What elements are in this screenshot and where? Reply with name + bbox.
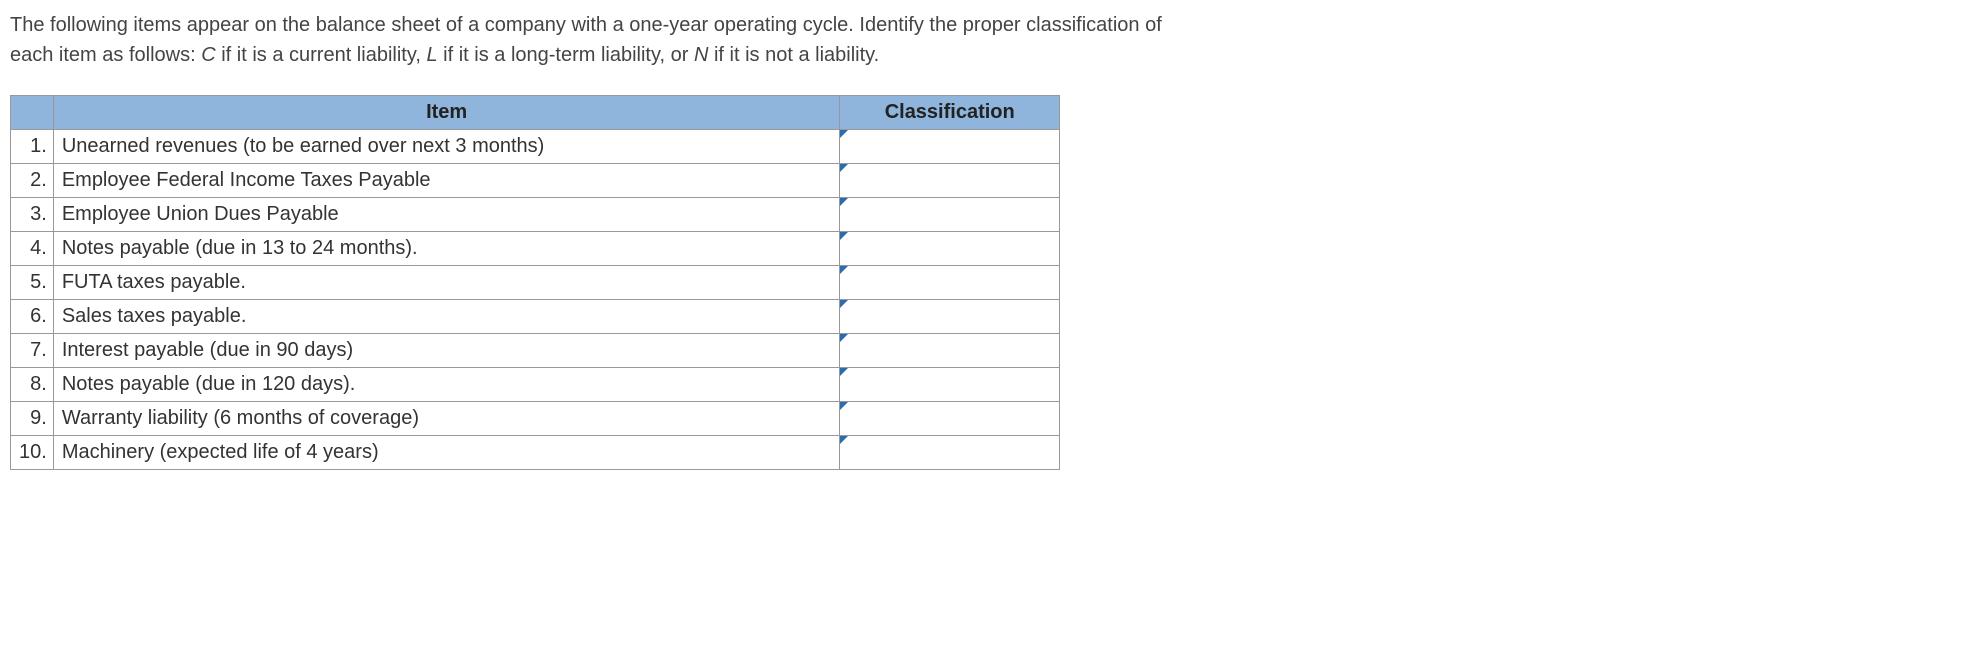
classification-input[interactable] [840,300,1059,333]
instr-line1: The following items appear on the balanc… [10,14,1162,36]
classification-input[interactable] [840,266,1059,299]
table-row: 10.Machinery (expected life of 4 years) [11,436,1060,470]
row-number: 2. [11,164,54,198]
dropdown-indicator-icon [840,164,848,172]
classification-cell-wrapper [840,266,1059,299]
row-number: 6. [11,300,54,334]
row-classification-cell [840,130,1060,164]
classification-cell-wrapper [840,436,1059,469]
row-classification-cell [840,402,1060,436]
table-row: 4.Notes payable (due in 13 to 24 months)… [11,232,1060,266]
row-item: Notes payable (due in 13 to 24 months). [53,232,840,266]
dropdown-indicator-icon [840,334,848,342]
row-number: 9. [11,402,54,436]
classification-input[interactable] [840,198,1059,231]
row-number: 4. [11,232,54,266]
row-classification-cell [840,164,1060,198]
classification-input[interactable] [840,436,1059,469]
row-item: Interest payable (due in 90 days) [53,334,840,368]
dropdown-indicator-icon [840,368,848,376]
row-classification-cell [840,266,1060,300]
table-row: 1.Unearned revenues (to be earned over n… [11,130,1060,164]
instr-l: L [426,44,437,66]
row-number: 7. [11,334,54,368]
row-item: Notes payable (due in 120 days). [53,368,840,402]
classification-cell-wrapper [840,368,1059,401]
table-header-row: Item Classification [11,96,1060,130]
row-number: 1. [11,130,54,164]
row-classification-cell [840,198,1060,232]
classification-cell-wrapper [840,334,1059,367]
row-item: Employee Union Dues Payable [53,198,840,232]
row-classification-cell [840,334,1060,368]
row-item: Sales taxes payable. [53,300,840,334]
dropdown-indicator-icon [840,402,848,410]
row-item: Employee Federal Income Taxes Payable [53,164,840,198]
row-classification-cell [840,232,1060,266]
row-number: 10. [11,436,54,470]
row-number: 8. [11,368,54,402]
row-number: 3. [11,198,54,232]
instructions-text: The following items appear on the balanc… [10,10,1970,70]
dropdown-indicator-icon [840,198,848,206]
table-row: 5.FUTA taxes payable. [11,266,1060,300]
table-row: 2.Employee Federal Income Taxes Payable [11,164,1060,198]
table-row: 6.Sales taxes payable. [11,300,1060,334]
classification-table: Item Classification 1.Unearned revenues … [10,95,1060,470]
classification-input[interactable] [840,130,1059,163]
table-row: 3.Employee Union Dues Payable [11,198,1060,232]
classification-cell-wrapper [840,402,1059,435]
instr-l-suffix: if it is a long-term liability, or [438,44,694,66]
instr-line2-pre: each item as follows: [10,44,201,66]
table-row: 9.Warranty liability (6 months of covera… [11,402,1060,436]
classification-cell-wrapper [840,232,1059,265]
row-item: FUTA taxes payable. [53,266,840,300]
dropdown-indicator-icon [840,130,848,138]
instr-c: C [201,44,215,66]
row-classification-cell [840,368,1060,402]
table-row: 8.Notes payable (due in 120 days). [11,368,1060,402]
row-classification-cell [840,436,1060,470]
instr-n: N [694,44,708,66]
row-item: Warranty liability (6 months of coverage… [53,402,840,436]
dropdown-indicator-icon [840,232,848,240]
row-number: 5. [11,266,54,300]
classification-cell-wrapper [840,300,1059,333]
classification-input[interactable] [840,402,1059,435]
row-item: Machinery (expected life of 4 years) [53,436,840,470]
dropdown-indicator-icon [840,300,848,308]
classification-cell-wrapper [840,164,1059,197]
dropdown-indicator-icon [840,266,848,274]
classification-input[interactable] [840,368,1059,401]
classification-cell-wrapper [840,130,1059,163]
classification-input[interactable] [840,164,1059,197]
classification-input[interactable] [840,232,1059,265]
header-classification: Classification [840,96,1060,130]
instr-n-suffix: if it is not a liability. [708,44,879,66]
classification-cell-wrapper [840,198,1059,231]
instr-c-suffix: if it is a current liability, [216,44,427,66]
header-corner [11,96,54,130]
dropdown-indicator-icon [840,436,848,444]
row-item: Unearned revenues (to be earned over nex… [53,130,840,164]
classification-input[interactable] [840,334,1059,367]
header-item: Item [53,96,840,130]
row-classification-cell [840,300,1060,334]
table-row: 7.Interest payable (due in 90 days) [11,334,1060,368]
